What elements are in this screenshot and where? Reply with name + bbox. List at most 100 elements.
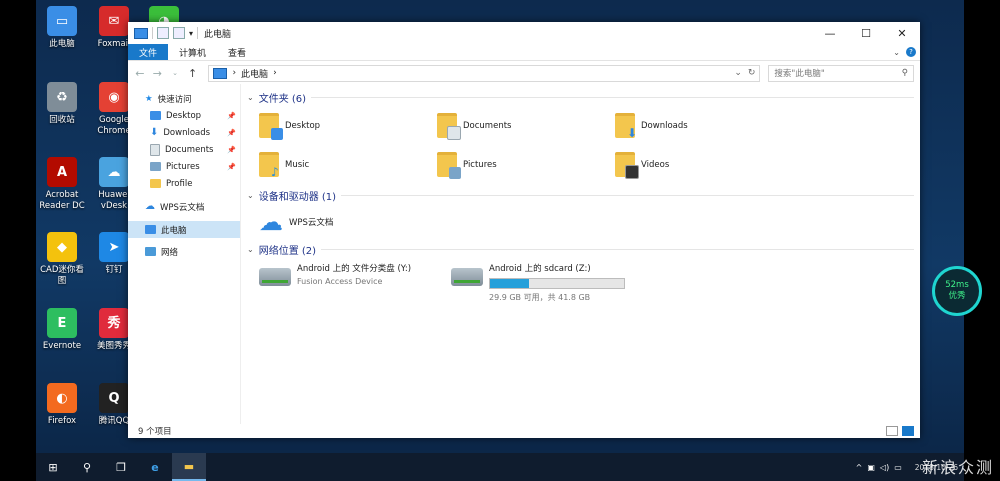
address-dropdown-icon[interactable]: ⌄ [734,68,742,78]
left-black-bar [0,0,36,481]
desktop-icon-acrobat[interactable]: A Acrobat Reader DC [34,157,90,212]
nav-item-downloads[interactable]: ⬇ Downloads 📌 [128,124,240,141]
minimize-button[interactable]: — [812,22,848,44]
show-hidden-icons-icon[interactable]: ^ [856,463,863,472]
title-bar: ▾ 此电脑 — ☐ ✕ [128,22,920,44]
tab-file[interactable]: 文件 [128,44,169,60]
tab-view[interactable]: 查看 [217,44,257,60]
network-drive-z[interactable]: Android 上的 sdcard (Z:) 29.9 GB 可用，共 41.8… [437,258,651,303]
forward-arrow-icon[interactable]: → [152,67,164,80]
network-drive-icon [259,268,291,286]
desktop-icon-cad[interactable]: ◆ CAD迷你看 图 [34,232,90,287]
folder-label: Videos [641,159,670,170]
window-title: 此电脑 [204,29,232,40]
search-icon[interactable]: ⚲ [70,453,104,481]
desktop-icon-firefox[interactable]: ◐ Firefox [34,383,90,427]
group-header-network[interactable]: ⌄ 网络位置 (2) [247,240,920,258]
search-input[interactable]: 搜索"此电脑" ⚲ [768,64,914,82]
details-view-icon[interactable] [886,426,898,436]
start-icon[interactable]: ⊞ [36,453,70,481]
desktop-icon-recycle-bin[interactable]: ♻ 回收站 [34,82,90,126]
meitu-icon: 秀 [99,308,129,338]
nav-wps-cloud[interactable]: ☁ WPS云文档 [128,198,240,215]
drive-space: 29.9 GB 可用，共 41.8 GB [489,293,591,302]
nav-label: 此电脑 [161,225,187,236]
vdesk-icon: ☁ [99,157,129,187]
pictures-icon [150,162,161,171]
drive-description: Fusion Access Device [297,277,383,286]
recycle-bin-icon: ♻ [47,82,77,112]
nav-item-documents[interactable]: Documents 📌 [128,141,240,158]
file-explorer-icon[interactable]: ▬ [172,453,206,481]
pin-icon: 📌 [227,111,236,120]
network-latency-meter[interactable]: 52ms 优秀 [932,266,982,316]
expand-ribbon-icon[interactable]: ⌄ [893,48,900,57]
group-header-folders[interactable]: ⌄ 文件夹 (6) [247,88,920,106]
back-arrow-icon[interactable]: ← [134,67,146,80]
help-icon[interactable]: ? [906,47,916,57]
folder-pictures[interactable]: Pictures [423,145,601,184]
refresh-icon[interactable]: ↻ [748,68,756,78]
nav-item-profile[interactable]: Profile [128,175,240,192]
cad-icon: ◆ [47,232,77,262]
folder-label: Downloads [641,120,688,131]
watermark: 新浪众测 [921,458,994,477]
window-body: ★ 快速访问 Desktop 📌 ⬇ Downloads 📌 Documents… [128,84,920,424]
taskbar: ⊞ ⚲ ❐ e ▬ ^ ▣ ◁) ▭ 2018/10/26 [36,453,964,481]
desktop-icon-label: 回收站 [49,115,75,125]
nav-network[interactable]: 网络 [128,243,240,260]
address-path[interactable]: 此电脑 [241,67,268,80]
nav-label: Documents [165,144,214,155]
network-icon[interactable]: ▣ [867,463,875,472]
pictures-folder-icon [437,152,461,179]
evernote-icon: E [47,308,77,338]
nav-item-pictures[interactable]: Pictures 📌 [128,158,240,175]
tab-computer[interactable]: 计算机 [168,44,217,60]
device-label: WPS云文档 [289,218,334,228]
network-locations: Android 上的 文件分类盘 (Y:) Fusion Access Devi… [245,258,920,303]
properties-icon[interactable] [157,27,169,39]
close-button[interactable]: ✕ [884,22,920,44]
download-arrow-icon: ⬇ [150,127,159,138]
chevron-down-icon: ⌄ [247,92,254,102]
this-pc-icon [145,225,156,234]
folder-desktop[interactable]: Desktop [245,106,423,145]
input-method-icon[interactable]: ▭ [894,463,902,472]
chrome-icon: ◉ [99,82,129,112]
desktop-folder-icon [150,111,161,120]
nav-quick-access[interactable]: ★ 快速访问 [128,90,240,107]
volume-icon[interactable]: ◁) [880,463,889,472]
nav-item-desktop[interactable]: Desktop 📌 [128,107,240,124]
nav-this-pc[interactable]: 此电脑 [128,221,240,238]
acrobat-icon: A [47,157,77,187]
up-arrow-icon[interactable]: ↑ [187,67,199,80]
nav-label: Downloads [163,127,211,138]
customize-qa-icon[interactable]: ▾ [189,29,193,38]
search-icon[interactable]: ⚲ [902,68,908,78]
device-wps-cloud[interactable]: ☁ WPS云文档 [245,204,920,240]
latency-value: 52ms [945,280,969,290]
maximize-button[interactable]: ☐ [848,22,884,44]
videos-folder-icon [615,152,639,179]
new-folder-icon[interactable] [173,27,185,39]
address-separator: › [273,68,277,78]
group-header-devices[interactable]: ⌄ 设备和驱动器 (1) [247,186,920,204]
desktop-icon-label: 此电脑 [49,39,75,49]
document-icon [150,143,160,156]
folder-documents[interactable]: Documents [423,106,601,145]
group-title: 文件夹 (6) [258,93,307,105]
dingtalk-icon: ➤ [99,232,129,262]
pin-icon: 📌 [227,162,236,171]
desktop-icon-this-pc[interactable]: ▭ 此电脑 [34,6,90,50]
folder-icon [150,179,161,188]
folder-music[interactable]: ♪ Music [245,145,423,184]
folder-downloads[interactable]: ⬇ Downloads [601,106,779,145]
network-drive-y[interactable]: Android 上的 文件分类盘 (Y:) Fusion Access Devi… [245,258,437,303]
folder-videos[interactable]: Videos [601,145,779,184]
edge-browser-icon[interactable]: e [138,453,172,481]
desktop-icon-evernote[interactable]: E Evernote [34,308,90,352]
task-view-icon[interactable]: ❐ [104,453,138,481]
address-bar[interactable]: › 此电脑 › ⌄ ↻ [208,64,761,82]
large-icons-view-icon[interactable] [902,426,914,436]
recent-locations-icon[interactable]: ⌄ [169,69,181,77]
